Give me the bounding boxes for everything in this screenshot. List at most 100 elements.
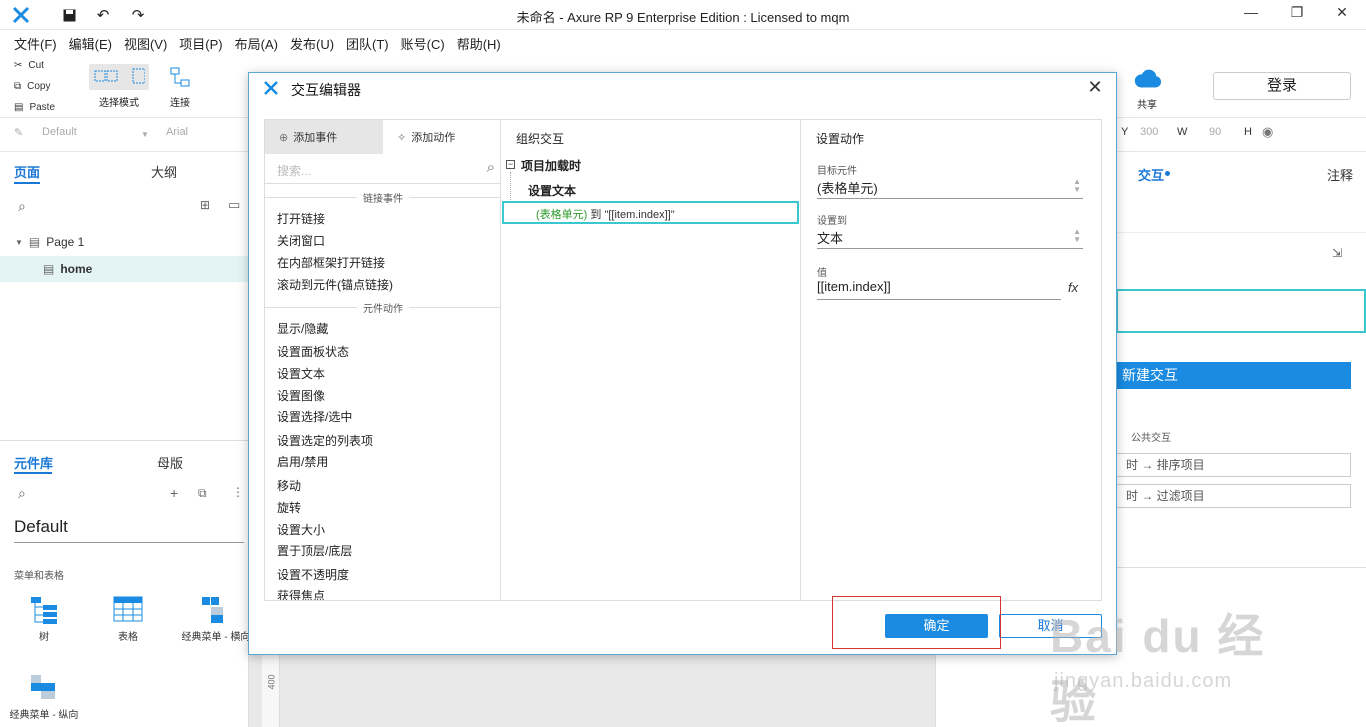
menu-file[interactable]: 文件(F) (8, 30, 63, 54)
menu-view[interactable]: 视图(V) (118, 30, 173, 54)
library-item-table[interactable]: 表格 (98, 595, 158, 643)
y-input[interactable]: 300 (1140, 126, 1158, 138)
font-select[interactable]: Arial (166, 126, 188, 138)
login-button[interactable]: 登录 (1213, 72, 1351, 100)
action-detail-row[interactable]: (表格单元) 到 "[[item.index]]" (502, 201, 799, 224)
w-input[interactable]: 90 (1209, 126, 1221, 138)
menu-project[interactable]: 项目(P) (173, 30, 228, 54)
close-icon[interactable]: ✕ (1086, 78, 1104, 97)
tree-line (510, 172, 511, 200)
tab-masters[interactable]: 母版 (157, 453, 183, 472)
menu-publish[interactable]: 发布(U) (284, 30, 340, 54)
dialog-body: ⊕ 添加事件 ✧ 添加动作 搜索... ⌕ 链接事件 打开链接 关闭窗口 在内部… (264, 119, 1102, 601)
library-item-tree[interactable]: 树 (14, 595, 74, 643)
action-enable-disable[interactable]: 启用/禁用 (277, 453, 328, 470)
search-icon[interactable]: ⌕ (487, 159, 495, 176)
target-select[interactable]: (表格单元) ▲ ▼ (817, 175, 1083, 199)
maximize-icon[interactable]: ❐ (1287, 4, 1307, 24)
library-item-menu-vertical[interactable]: 经典菜单 - 纵向 (4, 673, 84, 721)
category-label[interactable]: 菜单和表格 (14, 567, 64, 582)
action-set-panel-state[interactable]: 设置面板状态 (277, 343, 349, 360)
tab-notes[interactable]: 注释 (1327, 165, 1353, 184)
action-show-hide[interactable]: 显示/隐藏 (277, 320, 328, 337)
tab-underline (14, 472, 52, 474)
action-set-selected[interactable]: 设置选择/选中 (277, 408, 352, 425)
visibility-icon[interactable]: ◉ (1262, 124, 1273, 140)
tab-add-action[interactable]: ✧ 添加动作 (383, 120, 500, 154)
close-window-icon[interactable]: ✕ (1332, 4, 1352, 24)
collapse-icon[interactable]: − (506, 160, 515, 169)
add-page-icon[interactable]: ⊞ (200, 198, 210, 212)
baidu-watermark: Bai du 经验 jingyan.baidu.com (1050, 610, 1266, 727)
tree-item-page1[interactable]: ▼ ▤ Page 1 (0, 229, 249, 255)
new-interaction-button[interactable]: 新建交互 (1116, 362, 1351, 389)
table-widget-icon (113, 596, 143, 622)
action-set-text[interactable]: 设置文本 (277, 365, 325, 382)
active-dot-icon (1165, 171, 1170, 176)
widget-name-field[interactable] (1116, 289, 1366, 333)
expand-icon[interactable]: ⇲ (1332, 246, 1342, 260)
add-icon[interactable]: + (170, 485, 178, 501)
connect-button[interactable]: 连接 (160, 64, 200, 109)
fx-icon[interactable]: fx (1068, 280, 1078, 295)
menu-help[interactable]: 帮助(H) (451, 30, 507, 54)
action-bring-front[interactable]: 置于顶层/底层 (277, 542, 352, 559)
setto-select[interactable]: 文本 ▲ ▼ (817, 225, 1083, 249)
tab-library[interactable]: 元件库 (14, 453, 53, 472)
library-select[interactable]: Default (14, 517, 244, 543)
action-rotate[interactable]: 旋转 (277, 499, 301, 516)
tree-widget-icon (31, 597, 57, 624)
search-icon[interactable]: ⌕ (18, 198, 26, 215)
event-name[interactable]: 项目加载时 (521, 157, 581, 174)
more-icon[interactable]: ⋮ (232, 485, 244, 499)
y-label: Y (1121, 126, 1129, 138)
cloud-icon (1132, 66, 1162, 92)
add-event-icon: ⊕ (279, 131, 289, 144)
organize-column: 组织交互 − 项目加载时 设置文本 (表格单元) 到 "[[item.index… (501, 120, 801, 600)
action-set-list-item[interactable]: 设置选定的列表项 (277, 432, 373, 449)
share-button[interactable]: 共享 (1128, 66, 1166, 111)
action-open-in-frame[interactable]: 在内部框架打开链接 (277, 254, 385, 271)
tab-add-event[interactable]: ⊕ 添加事件 (265, 120, 383, 154)
action-close-window[interactable]: 关闭窗口 (277, 232, 325, 249)
library-icon[interactable]: ⧉ (198, 486, 207, 501)
action-name[interactable]: 设置文本 (528, 182, 576, 199)
library-panel: 元件库 母版 ⌕ + ⧉ ⋮ Default 菜单和表格 树 表格 经典菜单 -… (0, 440, 250, 727)
tab-pages[interactable]: 页面 (14, 162, 40, 181)
common-interaction-filter[interactable]: 时 → 过滤项目 (1106, 484, 1351, 508)
cut-button[interactable]: ✂ Cut (6, 55, 76, 75)
style-select[interactable]: Default (42, 126, 77, 138)
settings-title: 设置动作 (816, 132, 865, 146)
action-move[interactable]: 移动 (277, 477, 301, 494)
select-mode-button[interactable]: 选择模式 (84, 64, 154, 109)
tree-item-home[interactable]: ▤ home (0, 256, 249, 282)
action-open-link[interactable]: 打开链接 (277, 210, 325, 227)
chevron-down-icon: ▼ (141, 130, 149, 139)
folder-icon[interactable]: ▭ (228, 197, 240, 213)
action-search[interactable]: 搜索... ⌕ (265, 154, 500, 184)
library-item-menu-horizontal[interactable]: 经典菜单 - 横向 (176, 595, 256, 643)
menu-account[interactable]: 账号(C) (395, 30, 451, 54)
action-set-image[interactable]: 设置图像 (277, 387, 325, 404)
action-focus[interactable]: 获得焦点 (277, 587, 325, 600)
updown-icon: ▲ ▼ (1073, 227, 1081, 244)
minimize-icon[interactable]: — (1241, 4, 1261, 24)
value-input[interactable]: [[item.index]] (817, 276, 1061, 300)
menu-edit[interactable]: 编辑(E) (63, 30, 118, 54)
tab-outline[interactable]: 大纲 (151, 162, 177, 181)
action-scroll-to[interactable]: 滚动到元件(锚点链接) (277, 276, 393, 293)
paste-icon: ▤ (14, 101, 24, 113)
menu-widget-icon (202, 597, 223, 623)
action-set-opacity[interactable]: 设置不透明度 (277, 566, 349, 583)
highlight-annotation (832, 596, 1001, 649)
tab-interaction[interactable]: 交互 (1138, 165, 1164, 184)
page-icon: ▤ (43, 262, 55, 276)
action-value: "[[item.index]]" (604, 209, 675, 221)
menu-layout[interactable]: 布局(A) (229, 30, 284, 54)
common-interaction-sort[interactable]: 时 → 排序项目 (1106, 453, 1351, 477)
paste-button[interactable]: ▤ Paste (6, 97, 76, 117)
menu-team[interactable]: 团队(T) (340, 30, 395, 54)
copy-button[interactable]: ⧉ Copy (6, 76, 76, 96)
search-icon[interactable]: ⌕ (18, 485, 26, 502)
action-set-size[interactable]: 设置大小 (277, 521, 325, 538)
